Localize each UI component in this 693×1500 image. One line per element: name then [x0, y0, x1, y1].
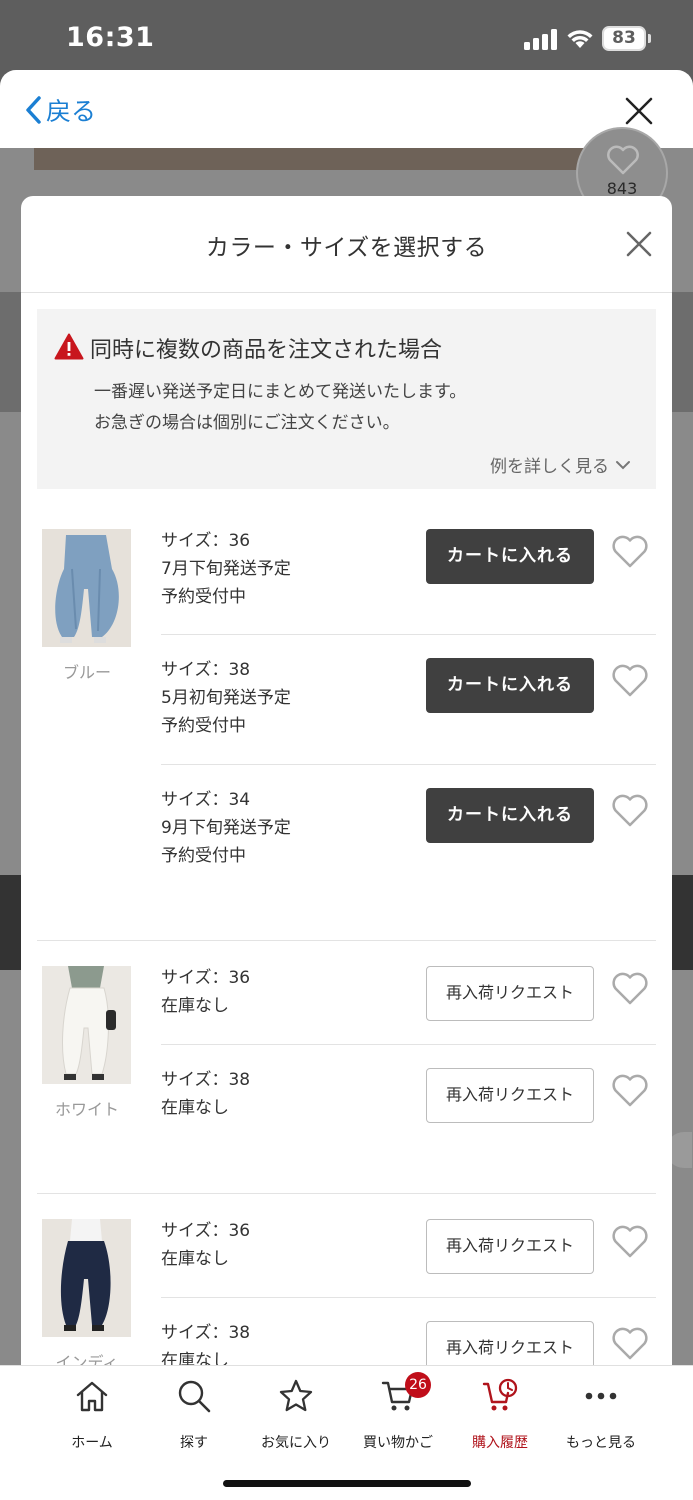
close-icon[interactable] [624, 96, 654, 126]
chevron-down-icon [616, 460, 630, 469]
size-info: サイズ：36 7月下旬発送予定 予約受付中 [161, 527, 291, 611]
restock-request-button[interactable]: 再入荷リクエスト [426, 966, 594, 1021]
tab-favorites[interactable]: お気に入り [241, 1374, 351, 1451]
size-label: サイズ：38 [161, 1070, 251, 1090]
size-info: サイズ：36 在庫なし [161, 1217, 250, 1273]
size-label: サイズ：36 [161, 531, 251, 551]
color-label: ブルー [62, 663, 111, 682]
size-label: サイズ：36 [161, 968, 251, 988]
modal-title: カラー・サイズを選択する [205, 235, 488, 261]
size-info: サイズ：38 在庫なし [161, 1066, 250, 1122]
more-icon [585, 1392, 617, 1400]
status-bar: 16:31 83 [0, 0, 693, 72]
heart-icon[interactable] [611, 1225, 649, 1259]
row-divider [161, 1044, 656, 1045]
row-divider [161, 634, 656, 635]
add-to-cart-button[interactable]: カートに入れる [426, 529, 594, 584]
search-icon [178, 1380, 211, 1413]
tab-more[interactable]: もっと見る [546, 1374, 656, 1451]
size-info: サイズ：36 在庫なし [161, 964, 250, 1020]
battery-icon: 83 [602, 26, 646, 51]
wifi-icon [567, 30, 593, 48]
color-label: ホワイト [54, 1100, 119, 1119]
battery-level: 83 [612, 28, 636, 48]
signal-icon [524, 28, 558, 50]
color-size-modal: カラー・サイズを選択する 同時に複数の商品を注文された場合 一番遅い発送予定日に… [21, 196, 672, 1500]
home-icon [76, 1381, 108, 1412]
show-example-label: 例を詳しく見る [490, 457, 609, 477]
back-button[interactable]: 戻る [24, 94, 96, 126]
stock-status: 在庫なし [161, 1098, 229, 1118]
row-divider [161, 764, 656, 765]
size-label: サイズ：38 [161, 1323, 251, 1343]
close-icon[interactable] [625, 230, 653, 258]
notice-title: 同時に複数の商品を注文された場合 [90, 338, 443, 363]
tab-label: 買い物かご [363, 1435, 433, 1451]
cart-count-badge: 26 [405, 1372, 431, 1398]
restock-request-button[interactable]: 再入荷リクエスト [426, 1219, 594, 1274]
size-info: サイズ：38 5月初旬発送予定 予約受付中 [161, 656, 291, 740]
tab-cart[interactable]: 26 買い物かご [343, 1372, 453, 1451]
shipping-date: 7月下旬発送予定 [161, 559, 291, 579]
product-thumbnail[interactable] [42, 966, 131, 1084]
home-indicator [223, 1480, 471, 1487]
group-divider [37, 940, 656, 941]
reservation-status: 予約受付中 [161, 716, 246, 736]
battery-cap [648, 34, 651, 43]
notice-text: お急ぎの場合は個別にご注文ください。 [94, 413, 400, 433]
heart-icon[interactable] [611, 535, 649, 569]
tab-search[interactable]: 探す [139, 1374, 249, 1451]
product-thumbnail[interactable] [42, 1219, 131, 1337]
stock-status: 在庫なし [161, 1249, 229, 1269]
heart-icon[interactable] [611, 664, 649, 698]
restock-request-button[interactable]: 再入荷リクエスト [426, 1068, 594, 1123]
heart-icon[interactable] [611, 794, 649, 828]
tab-label: もっと見る [566, 1435, 636, 1451]
heart-icon [607, 145, 639, 175]
tab-label: 購入履歴 [472, 1435, 528, 1451]
color-group-indigo: インディ サイズ：36 在庫なし 再入荷リクエスト サイズ：38 在庫なし 再入… [37, 1219, 656, 1379]
product-image [34, 148, 594, 170]
tab-label: 探す [180, 1435, 208, 1451]
product-thumbnail[interactable] [42, 529, 131, 647]
size-info: サイズ：34 9月下旬発送予定 予約受付中 [161, 786, 291, 870]
multi-order-notice: 同時に複数の商品を注文された場合 一番遅い発送予定日にまとめて発送いたします。 … [37, 309, 656, 489]
stock-status: 在庫なし [161, 996, 229, 1016]
heart-icon[interactable] [611, 1327, 649, 1361]
shipping-date: 5月初旬発送予定 [161, 688, 291, 708]
tab-purchase-history[interactable]: 購入履歴 [445, 1374, 555, 1451]
history-cart-icon [482, 1378, 518, 1411]
color-group-blue: ブルー サイズ：36 7月下旬発送予定 予約受付中 カートに入れる サイズ：38… [37, 529, 656, 929]
tab-label: ホーム [71, 1435, 113, 1451]
star-icon [279, 1379, 313, 1412]
row-divider [161, 1297, 656, 1298]
shipping-date: 9月下旬発送予定 [161, 818, 291, 838]
size-label: サイズ：38 [161, 660, 251, 680]
background-image [0, 292, 21, 412]
show-example-link[interactable]: 例を詳しく見る [490, 452, 631, 477]
background-image [0, 875, 21, 970]
group-divider [37, 1193, 656, 1194]
background-image [672, 292, 693, 412]
heart-icon[interactable] [611, 1074, 649, 1108]
chevron-left-icon [26, 96, 41, 124]
modal-header: カラー・サイズを選択する [21, 196, 672, 293]
heart-icon[interactable] [611, 972, 649, 1006]
size-label: サイズ：36 [161, 1221, 251, 1241]
add-to-cart-button[interactable]: カートに入れる [426, 658, 594, 713]
sheet-navbar: 戻る [0, 70, 693, 148]
color-group-white: ホワイト サイズ：36 在庫なし 再入荷リクエスト サイズ：38 在庫なし 再入… [37, 966, 656, 1196]
add-to-cart-button[interactable]: カートに入れる [426, 788, 594, 843]
status-time: 16:31 [66, 22, 155, 53]
tab-label: お気に入り [261, 1435, 331, 1451]
reservation-status: 予約受付中 [161, 846, 246, 866]
reservation-status: 予約受付中 [161, 587, 246, 607]
tab-home[interactable]: ホーム [37, 1374, 147, 1451]
back-label: 戻る [46, 97, 97, 126]
notice-text: 一番遅い発送予定日にまとめて発送いたします。 [94, 382, 467, 402]
warning-icon [54, 333, 84, 360]
size-label: サイズ：34 [161, 790, 251, 810]
background-image [672, 875, 693, 970]
